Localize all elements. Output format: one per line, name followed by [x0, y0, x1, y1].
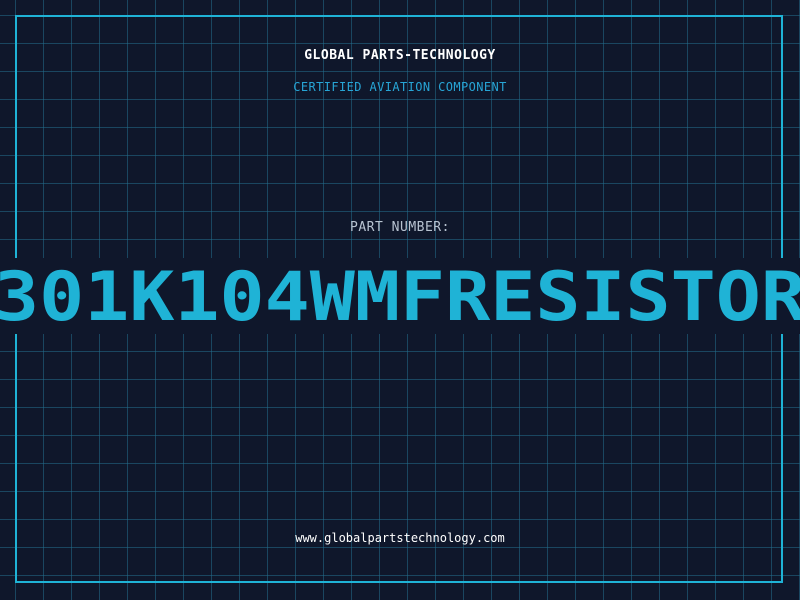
tagline: CERTIFIED AVIATION COMPONENT	[293, 80, 507, 94]
part-number: 301K104WMFRESISTOR	[0, 262, 800, 332]
label-card: GLOBAL PARTS-TECHNOLOGY CERTIFIED AVIATI…	[0, 0, 800, 600]
part-number-label: PART NUMBER:	[350, 220, 450, 235]
company-name: GLOBAL PARTS-TECHNOLOGY	[304, 48, 496, 63]
website-url: www.globalpartstechnology.com	[295, 531, 505, 545]
part-number-display: 301K104WMFRESISTOR	[0, 262, 800, 332]
